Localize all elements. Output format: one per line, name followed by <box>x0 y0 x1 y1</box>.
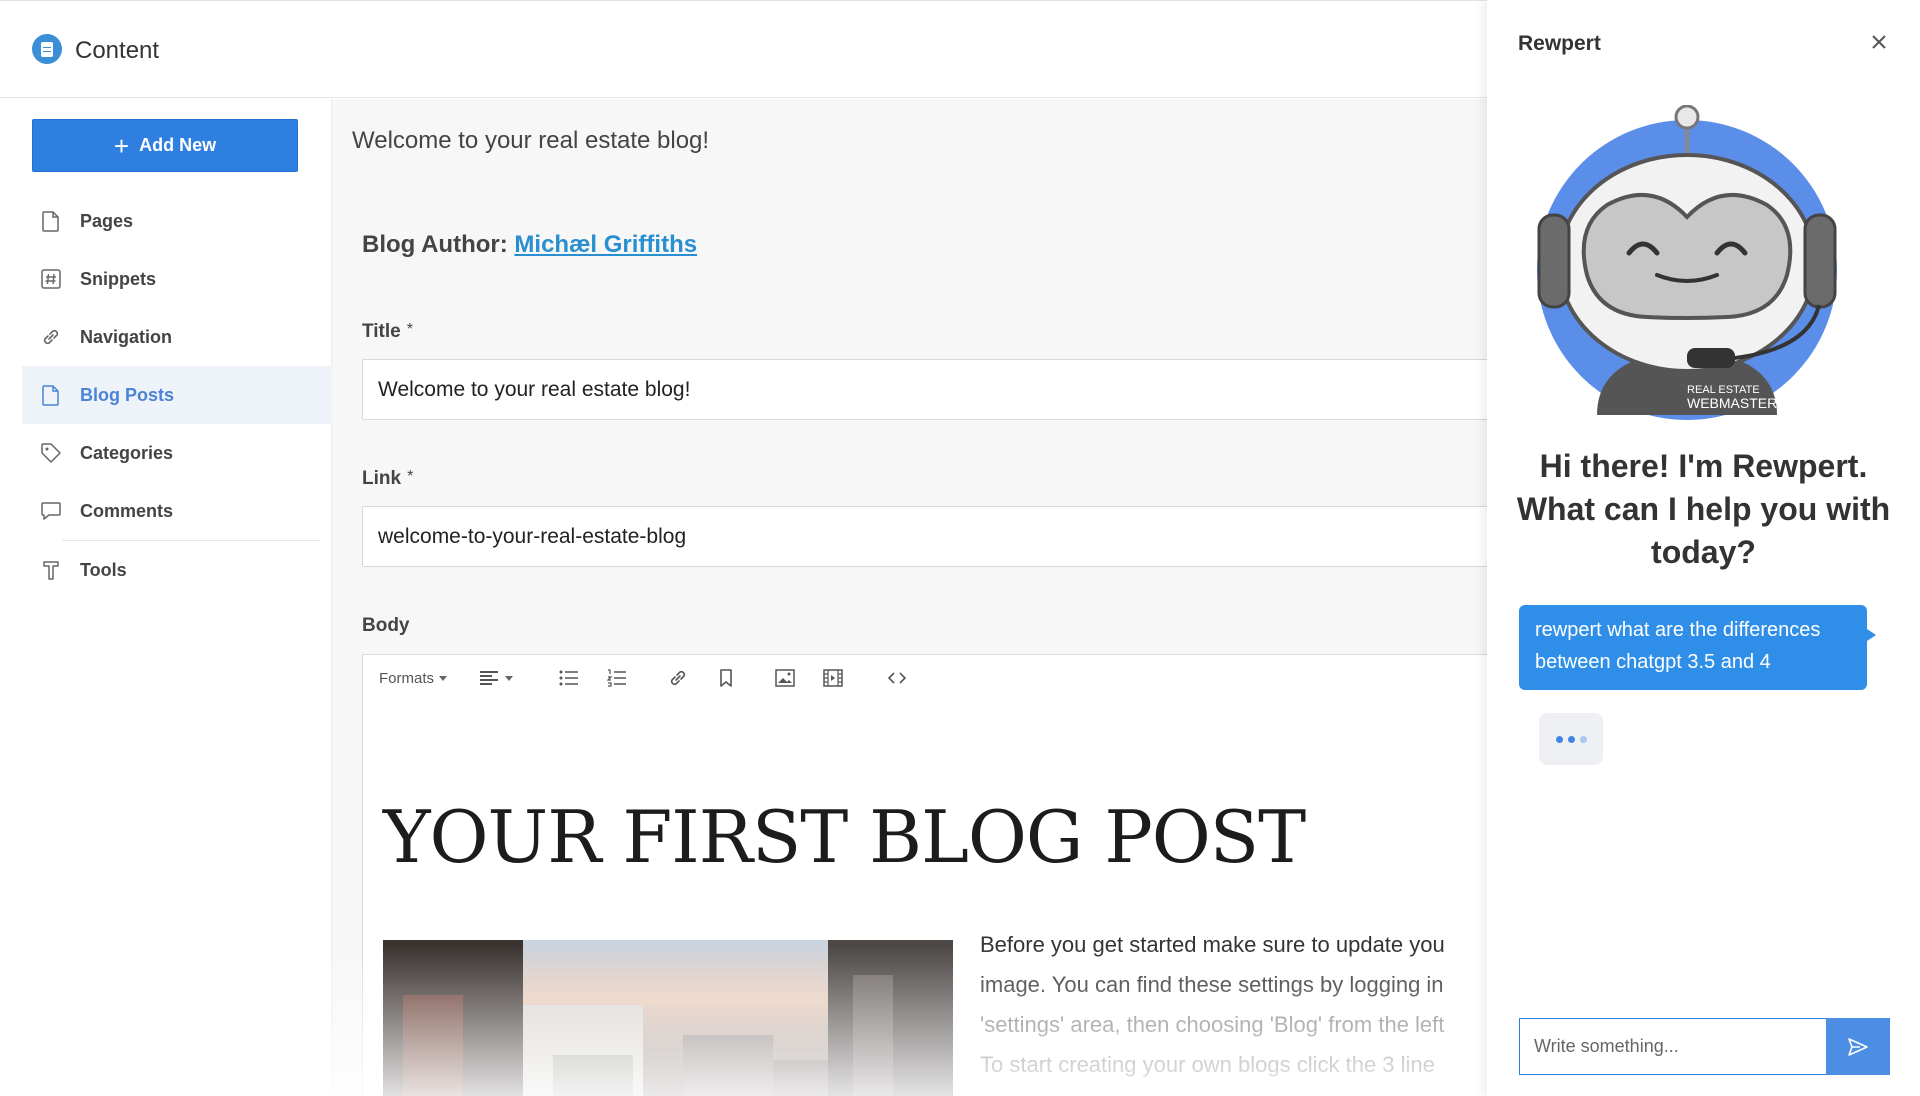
title-label: Title * <box>362 321 413 343</box>
author-link[interactable]: Michæl Griffiths <box>514 231 697 258</box>
sidebar-item-tools[interactable]: Tools <box>22 541 332 599</box>
chat-input[interactable] <box>1519 1018 1826 1075</box>
greeting-message: Hi there! I'm Rewpert. What can I help y… <box>1516 448 1891 570</box>
hash-icon <box>40 268 62 290</box>
paragraph-line: To start creating your own blogs click t… <box>980 1052 1435 1077</box>
sidebar-item-label: Categories <box>80 442 174 463</box>
blog-heading: YOUR FIRST BLOG POST <box>383 795 1306 879</box>
page-icon <box>40 384 62 406</box>
blog-cover-image <box>383 940 953 1096</box>
sidebar-item-label: Pages <box>80 210 134 231</box>
typing-indicator <box>1539 713 1603 765</box>
sidebar-item-navigation[interactable]: Navigation <box>22 308 332 366</box>
top-header: Content <box>0 0 1487 98</box>
sidebar-item-label: Blog Posts <box>80 384 175 405</box>
app-title: Content <box>75 37 160 64</box>
author-prefix: Blog Author: <box>362 231 508 258</box>
sidebar-item-blog-posts[interactable]: Blog Posts <box>22 366 332 424</box>
rewpert-panel: Rewpert REAL ESTATE WEBMASTERS Hi there!… <box>1487 0 1920 1096</box>
formats-label: Formats <box>379 669 435 687</box>
editor-toolbar: Formats <box>363 655 1487 701</box>
align-icon <box>480 671 498 685</box>
paragraph-line: Before you get started make sure to upda… <box>980 932 1445 957</box>
sidebar-item-pages[interactable]: Pages <box>22 192 332 250</box>
robot-badge: REAL ESTATE WEBMASTERS <box>1687 385 1797 411</box>
page-icon <box>40 210 62 232</box>
robot-avatar: REAL ESTATE WEBMASTERS <box>1537 104 1837 420</box>
link-label-text: Link <box>362 468 402 489</box>
typing-dot <box>1567 735 1575 743</box>
sidebar-item-label: Snippets <box>80 268 157 289</box>
paragraph-line: image. You can find these settings by lo… <box>980 972 1444 997</box>
link-value: welcome-to-your-real-estate-blog <box>378 524 687 548</box>
send-button[interactable] <box>1826 1018 1890 1075</box>
align-dropdown[interactable] <box>479 667 513 689</box>
sidebar-item-label: Navigation <box>80 326 173 347</box>
bullet-list-icon <box>559 670 578 686</box>
tag-icon <box>40 442 62 464</box>
required-mark: * <box>407 468 414 485</box>
title-input[interactable]: Welcome to your real estate blog! <box>362 359 1487 420</box>
send-icon <box>1848 1037 1868 1056</box>
title-label-text: Title <box>362 321 401 342</box>
sidebar-item-label: Comments <box>80 500 174 521</box>
link-label: Link * <box>362 468 413 490</box>
blog-author: Blog Author: Michæl Griffiths <box>362 231 697 259</box>
add-new-label: Add New <box>139 135 217 155</box>
sidebar-item-comments[interactable]: Comments <box>22 482 332 540</box>
badge-line: WEBMASTERS <box>1687 395 1787 411</box>
plus-icon: + <box>113 130 130 161</box>
body-label: Body <box>362 615 410 636</box>
user-message-bubble: rewpert what are the differences between… <box>1519 605 1876 690</box>
sidebar-item-snippets[interactable]: Snippets <box>22 250 332 308</box>
blog-paragraph: Before you get started make sure to upda… <box>980 925 1487 1085</box>
link-icon <box>40 326 62 348</box>
numbered-list-icon <box>607 669 626 687</box>
chevron-down-icon <box>439 675 448 681</box>
link-icon <box>670 670 686 686</box>
tools-icon <box>40 559 62 581</box>
body-editor[interactable]: Formats YOUR FIRST BLOG POST Before you … <box>362 654 1487 1096</box>
comment-icon <box>40 500 62 522</box>
add-new-button[interactable]: + Add New <box>32 119 298 172</box>
image-icon <box>775 669 795 687</box>
insert-image-button[interactable] <box>775 667 795 689</box>
sidebar-nav: Pages Snippets Navigation Blog Posts Cat… <box>22 192 332 599</box>
typing-dot <box>1579 735 1587 743</box>
bookmark-icon <box>720 669 732 687</box>
chevron-down-icon <box>505 675 513 681</box>
bullet-list-button[interactable] <box>559 667 579 689</box>
main-content: Welcome to your real estate blog! Blog A… <box>332 99 1487 1096</box>
required-mark: * <box>406 321 413 338</box>
sidebar: + Add New Pages Snippets Navigation Blog… <box>0 99 332 1096</box>
sidebar-item-categories[interactable]: Categories <box>22 424 332 482</box>
document-icon <box>32 34 62 64</box>
sidebar-item-label: Tools <box>80 559 127 580</box>
panel-title: Rewpert <box>1518 32 1601 55</box>
source-code-button[interactable] <box>888 667 906 689</box>
paragraph-line: 'settings' area, then choosing 'Blog' fr… <box>980 1012 1445 1037</box>
bookmark-button[interactable] <box>719 667 733 689</box>
title-value: Welcome to your real estate blog! <box>378 377 691 401</box>
page-heading: Welcome to your real estate blog! <box>352 127 710 154</box>
media-icon <box>823 669 843 687</box>
code-icon <box>888 672 906 684</box>
insert-media-button[interactable] <box>823 667 843 689</box>
close-icon[interactable] <box>1867 30 1891 54</box>
formats-dropdown[interactable]: Formats <box>379 667 448 689</box>
insert-link-button[interactable] <box>668 667 688 689</box>
typing-dot <box>1555 735 1563 743</box>
link-input[interactable]: welcome-to-your-real-estate-blog <box>362 506 1487 567</box>
numbered-list-button[interactable] <box>607 667 627 689</box>
